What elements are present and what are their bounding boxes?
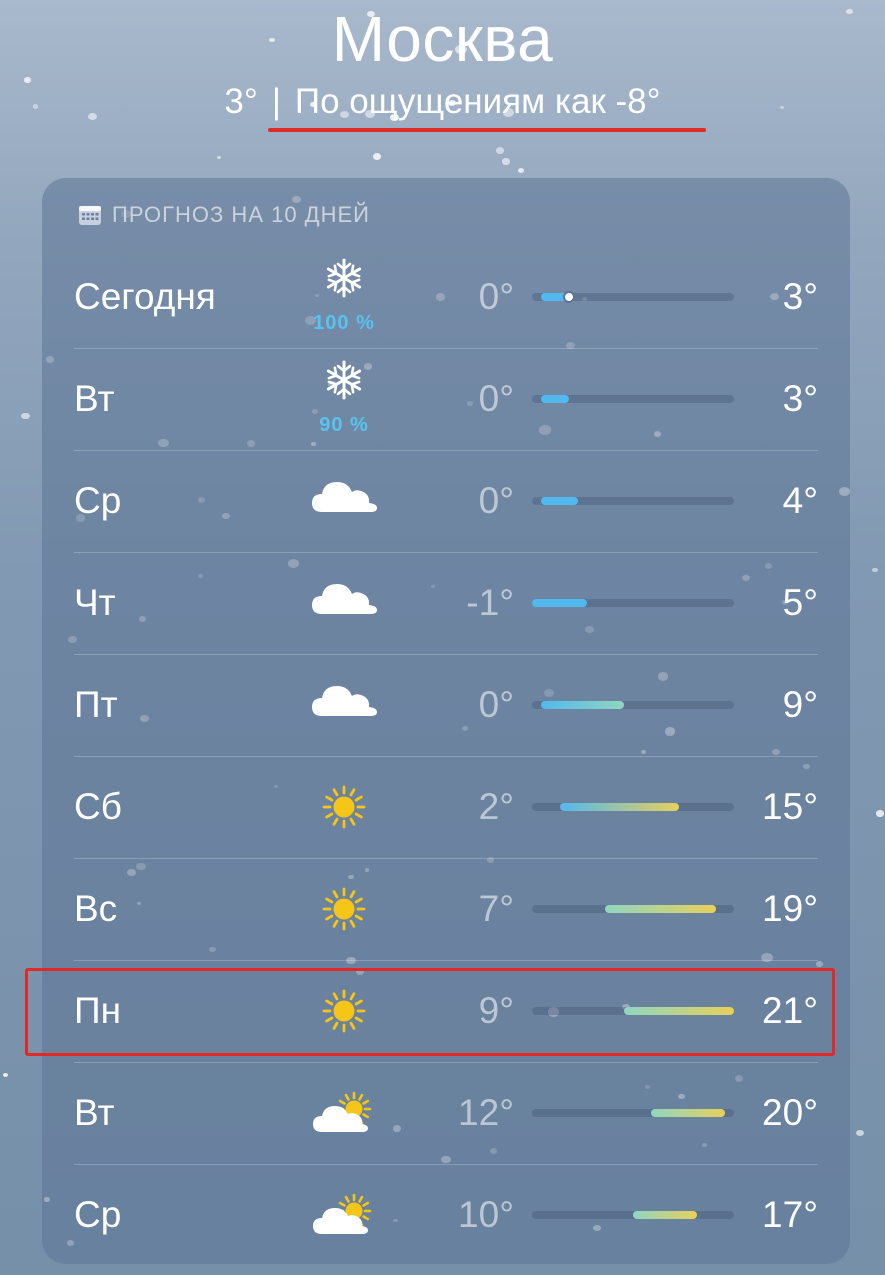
day-label: Сб (74, 786, 122, 827)
city-name: Москва (331, 3, 554, 75)
location-header: Москва 3° | По ощущениям как -8° (0, 0, 885, 170)
day-label: Вт (74, 1092, 115, 1133)
snowflake (855, 1129, 864, 1136)
separator: | (271, 82, 281, 121)
highlight-box (25, 968, 835, 1056)
temperature-range-bar (532, 291, 734, 303)
low-temperature: 10° (458, 1194, 514, 1235)
ten-day-forecast-panel[interactable]: ПРОГНОЗ НА 10 ДНЕЙ Сегодня 100 % 0° 3° В… (42, 178, 850, 1264)
partly-cloudy-icon (306, 1072, 382, 1154)
low-temperature: 7° (478, 888, 514, 929)
cloud-icon (306, 664, 382, 746)
feels-like-underline (268, 128, 706, 132)
temperature-range-bar (532, 1109, 734, 1117)
current-conditions: 3° | По ощущениям как -8° (0, 82, 885, 122)
low-temperature: 0° (478, 684, 514, 725)
forecast-row[interactable]: Вт 12° 20° (42, 1062, 850, 1164)
day-label: Ср (74, 480, 122, 521)
temperature-range-fill (559, 803, 679, 811)
partly-cloudy-icon (306, 1174, 382, 1256)
high-temperature: 3° (782, 276, 818, 317)
day-label: Вт (74, 378, 115, 419)
high-temperature: 9° (782, 684, 818, 725)
low-temperature: 12° (458, 1092, 514, 1133)
sun-icon (306, 868, 382, 950)
temperature-range-bar (532, 701, 734, 709)
forecast-row[interactable]: Ср 10° 17° (42, 1164, 850, 1266)
snowflake-icon: 90 % (306, 358, 382, 440)
forecast-row[interactable]: Чт -1° 5° (42, 552, 850, 654)
snowflake (2, 1073, 8, 1078)
precipitation-chance: 100 % (313, 312, 375, 334)
day-label: Сегодня (74, 276, 216, 317)
high-temperature: 5° (782, 582, 818, 623)
forecast-title: ПРОГНОЗ НА 10 ДНЕЙ (112, 202, 370, 227)
low-temperature: 0° (478, 480, 514, 521)
day-label: Чт (74, 582, 116, 623)
high-temperature: 15° (762, 786, 818, 827)
forecast-row[interactable]: Пт 0° 9° (42, 654, 850, 756)
high-temperature: 17° (762, 1194, 818, 1235)
temperature-range-bar (532, 395, 734, 403)
temperature-range-fill (532, 599, 588, 607)
forecast-row[interactable]: Сегодня 100 % 0° 3° (42, 246, 850, 348)
cloud-icon (306, 460, 382, 542)
day-label: Вс (74, 888, 118, 929)
precipitation-chance: 90 % (319, 414, 369, 436)
temperature-range-fill (541, 701, 624, 709)
forecast-row[interactable]: Ср 0° 4° (42, 450, 850, 552)
calendar-icon (78, 204, 102, 226)
high-temperature: 4° (782, 480, 818, 521)
high-temperature: 20° (762, 1092, 818, 1133)
temperature-range-bar (532, 1211, 734, 1219)
high-temperature: 19° (762, 888, 818, 929)
temperature-range-fill (541, 395, 569, 403)
cloud-icon (306, 562, 382, 644)
snowflake (876, 809, 885, 817)
high-temperature: 3° (782, 378, 818, 419)
low-temperature: 2° (478, 786, 514, 827)
sun-icon (306, 766, 382, 848)
temperature-range-fill (541, 497, 578, 505)
snowflake-icon: 100 % (306, 256, 382, 338)
snowflake (21, 412, 30, 420)
temperature-range-bar (532, 497, 734, 505)
low-temperature: -1° (466, 582, 514, 623)
temperature-range-bar (532, 599, 734, 607)
temperature-range-fill (651, 1109, 725, 1117)
current-temperature: 3° (224, 82, 258, 121)
forecast-row[interactable]: Сб 2° 15° (42, 756, 850, 858)
low-temperature: 0° (478, 378, 514, 419)
forecast-row[interactable]: Вс 7° 19° (42, 858, 850, 960)
forecast-row[interactable]: Вт 90 % 0° 3° (42, 348, 850, 450)
low-temperature: 0° (478, 276, 514, 317)
day-label: Ср (74, 1194, 122, 1235)
feels-like: По ощущениям как -8° (294, 82, 661, 121)
temperature-range-fill (633, 1211, 698, 1219)
day-label: Пт (74, 684, 118, 725)
temperature-range-fill (605, 905, 716, 913)
current-temperature-marker (562, 291, 575, 303)
snowflake (872, 568, 878, 573)
forecast-header: ПРОГНОЗ НА 10 ДНЕЙ (78, 202, 370, 228)
temperature-range-bar (532, 803, 734, 811)
temperature-range-bar (532, 905, 734, 913)
